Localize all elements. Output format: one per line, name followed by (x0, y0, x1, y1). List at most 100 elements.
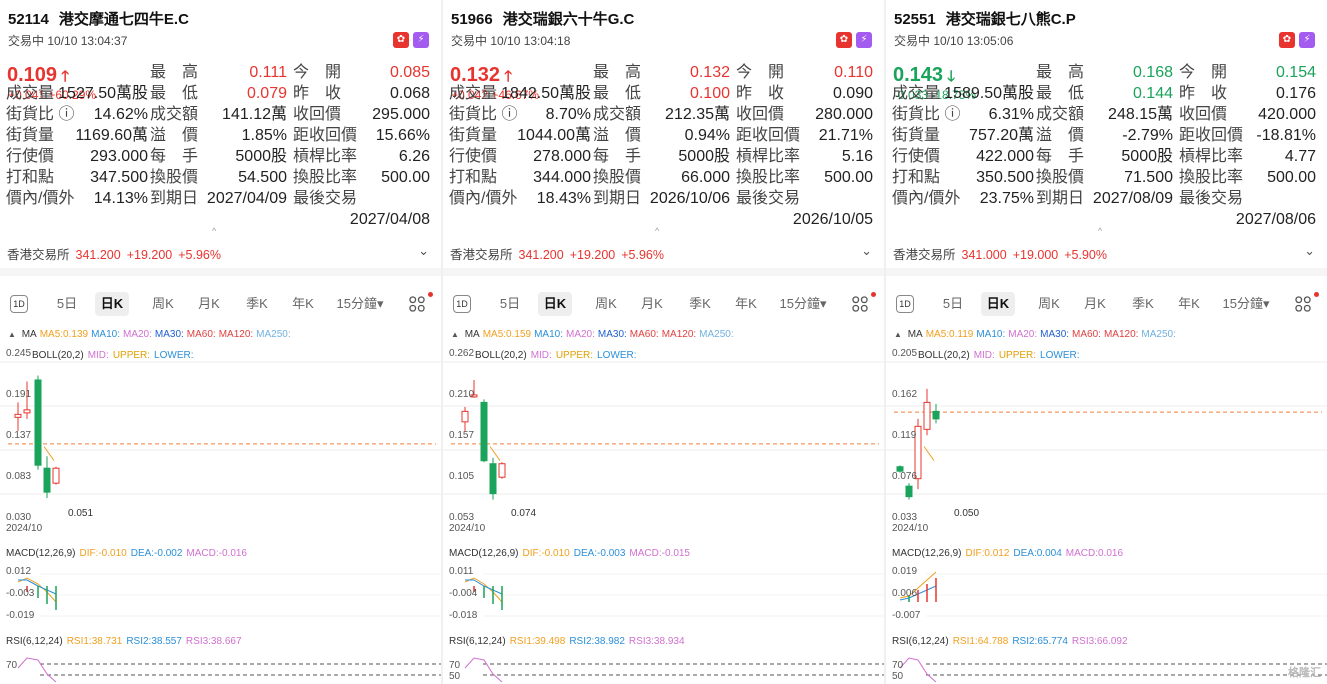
underlying-quote[interactable]: 香港交易所 341.200 +19.200 +5.96% (450, 244, 670, 263)
tab-6[interactable]: 年K (1172, 292, 1206, 316)
rsi-chart[interactable] (886, 652, 1327, 684)
stat-0-b: 最 高 0.111 (150, 64, 287, 81)
tab-3[interactable]: 周K (589, 292, 623, 316)
rsi-line (464, 657, 503, 683)
lightning-icon[interactable]: ⚡ (1299, 31, 1315, 48)
underlying-quote[interactable]: 香港交易所 341.000 +19.000 +5.90% (893, 244, 1113, 263)
tab-4[interactable]: 月K (192, 292, 226, 316)
stat-6-a: 價內/價外 14.13% (6, 190, 148, 207)
grid-menu-icon[interactable] (409, 296, 425, 312)
macd-axis-label: 0.006 (892, 588, 918, 599)
macd-chart[interactable] (443, 562, 884, 632)
tab-7[interactable]: 15分鐘▾ (773, 292, 833, 316)
kline-chart[interactable] (886, 344, 1327, 544)
stat-3-a: 街貨量 1044.00萬 (449, 127, 591, 144)
ma-legend: ▲ MA MA5:0.139 MA10: MA20: MA30: MA60: MA120: M… (8, 329, 291, 340)
expand-chevron-icon[interactable]: ⌄ (418, 243, 429, 259)
stat-2-b: 成交額 248.15萬 (1036, 106, 1173, 123)
rsi-chart[interactable] (443, 652, 884, 684)
period-tabs: 1D 5日 日K 周K 月K 季K 年K 15分鐘▾ (0, 292, 441, 316)
tab-2[interactable]: 日K (981, 292, 1015, 316)
stat-3-b: 溢 價 0.94% (593, 127, 730, 144)
expand-chevron-icon[interactable]: ⌄ (861, 243, 872, 259)
ma5-line (489, 446, 501, 461)
y-axis-label: 0.119 (892, 430, 917, 441)
candle-body (498, 463, 506, 478)
candle-body (23, 409, 31, 414)
period-tabs: 1D 5日 日K 周K 月K 季K 年K 15分鐘▾ (443, 292, 884, 316)
stat-0-b: 最 高 0.168 (1036, 64, 1173, 81)
rsi-chart[interactable] (0, 652, 441, 684)
tab-5[interactable]: 季K (240, 292, 274, 316)
macd-chart[interactable] (0, 562, 441, 632)
macd-axis-label: -0.019 (6, 610, 35, 621)
tab-1[interactable]: 5日 (52, 292, 82, 316)
stat-5-a: 打和點 347.500 (6, 169, 148, 186)
tab-0[interactable]: 1D (896, 295, 914, 313)
kline-chart[interactable] (443, 344, 884, 544)
collapse-caret-icon[interactable]: ^ (1098, 226, 1102, 236)
tab-4[interactable]: 月K (635, 292, 669, 316)
date-label: 2024/10 (449, 523, 486, 534)
stat-6-c: 最後交易 2026/10/05 (736, 190, 873, 228)
underlying-quote[interactable]: 香港交易所 341.200 +19.200 +5.96% (7, 244, 227, 263)
stat-2-c: 收回價 280.000 (736, 106, 873, 123)
grid-menu-icon[interactable] (852, 296, 868, 312)
stat-5-b: 換股價 66.000 (593, 169, 730, 186)
stat-6-b: 到期日 2026/10/06 (593, 190, 730, 207)
tab-1[interactable]: 5日 (938, 292, 968, 316)
collapse-triangle-icon[interactable]: ▲ (451, 330, 459, 339)
candle-body (14, 413, 22, 418)
macd-axis-label: 0.011 (449, 566, 474, 577)
divider (0, 268, 441, 276)
stat-0-b: 最 高 0.132 (593, 64, 730, 81)
stat-1-c: 昨 收 0.176 (1179, 85, 1316, 102)
y-axis-label: 0.137 (6, 430, 32, 441)
collapse-triangle-icon[interactable]: ▲ (8, 330, 16, 339)
stat-5-c: 換股比率 500.00 (1179, 169, 1316, 186)
collapse-caret-icon[interactable]: ^ (655, 226, 659, 236)
market-flags: ✿ ⚡ (389, 31, 429, 49)
trading-status: 交易中 10/10 13:05:06 (894, 34, 1014, 48)
warrant-title: 51966 港交瑞銀六十牛G.C (451, 11, 635, 28)
kline-chart[interactable] (0, 344, 441, 544)
expand-chevron-icon[interactable]: ⌄ (1304, 243, 1315, 259)
tab-7[interactable]: 15分鐘▾ (330, 292, 390, 316)
lightning-icon[interactable]: ⚡ (413, 31, 429, 48)
grid-menu-icon[interactable] (1295, 296, 1311, 312)
collapse-triangle-icon[interactable]: ▲ (894, 330, 902, 339)
candle-body (489, 463, 497, 495)
macd-chart[interactable] (886, 562, 1327, 632)
tab-3[interactable]: 周K (146, 292, 180, 316)
y-axis-label: 0.083 (6, 471, 32, 482)
stat-0-c: 今 開 0.110 (736, 64, 873, 81)
macd-axis-label: 0.012 (6, 566, 32, 577)
collapse-caret-icon[interactable]: ^ (212, 226, 216, 236)
tab-4[interactable]: 月K (1078, 292, 1112, 316)
tab-7[interactable]: 15分鐘▾ (1216, 292, 1276, 316)
tab-6[interactable]: 年K (286, 292, 320, 316)
tab-1[interactable]: 5日 (495, 292, 525, 316)
tab-3[interactable]: 周K (1032, 292, 1066, 316)
stat-5-b: 換股價 71.500 (1036, 169, 1173, 186)
candle-body (905, 485, 913, 498)
warrant-title: 52114 港交摩通七四牛E.C (8, 11, 189, 28)
market-flags: ✿ ⚡ (832, 31, 872, 49)
tab-5[interactable]: 季K (683, 292, 717, 316)
tab-6[interactable]: 年K (729, 292, 763, 316)
tab-0[interactable]: 1D (10, 295, 28, 313)
tab-0[interactable]: 1D (453, 295, 471, 313)
lightning-icon[interactable]: ⚡ (856, 31, 872, 48)
tab-2[interactable]: 日K (95, 292, 129, 316)
stat-5-c: 換股比率 500.00 (736, 169, 873, 186)
tab-5[interactable]: 季K (1126, 292, 1160, 316)
tab-2[interactable]: 日K (538, 292, 572, 316)
notification-dot (428, 292, 433, 297)
trading-status: 交易中 10/10 13:04:37 (8, 34, 128, 48)
candle-body (52, 467, 60, 484)
notification-dot (871, 292, 876, 297)
ma5-line (43, 446, 55, 461)
stat-2-c: 收回價 295.000 (293, 106, 430, 123)
stat-6-a: 價內/價外 23.75% (892, 190, 1034, 207)
rsi-line (899, 657, 937, 683)
